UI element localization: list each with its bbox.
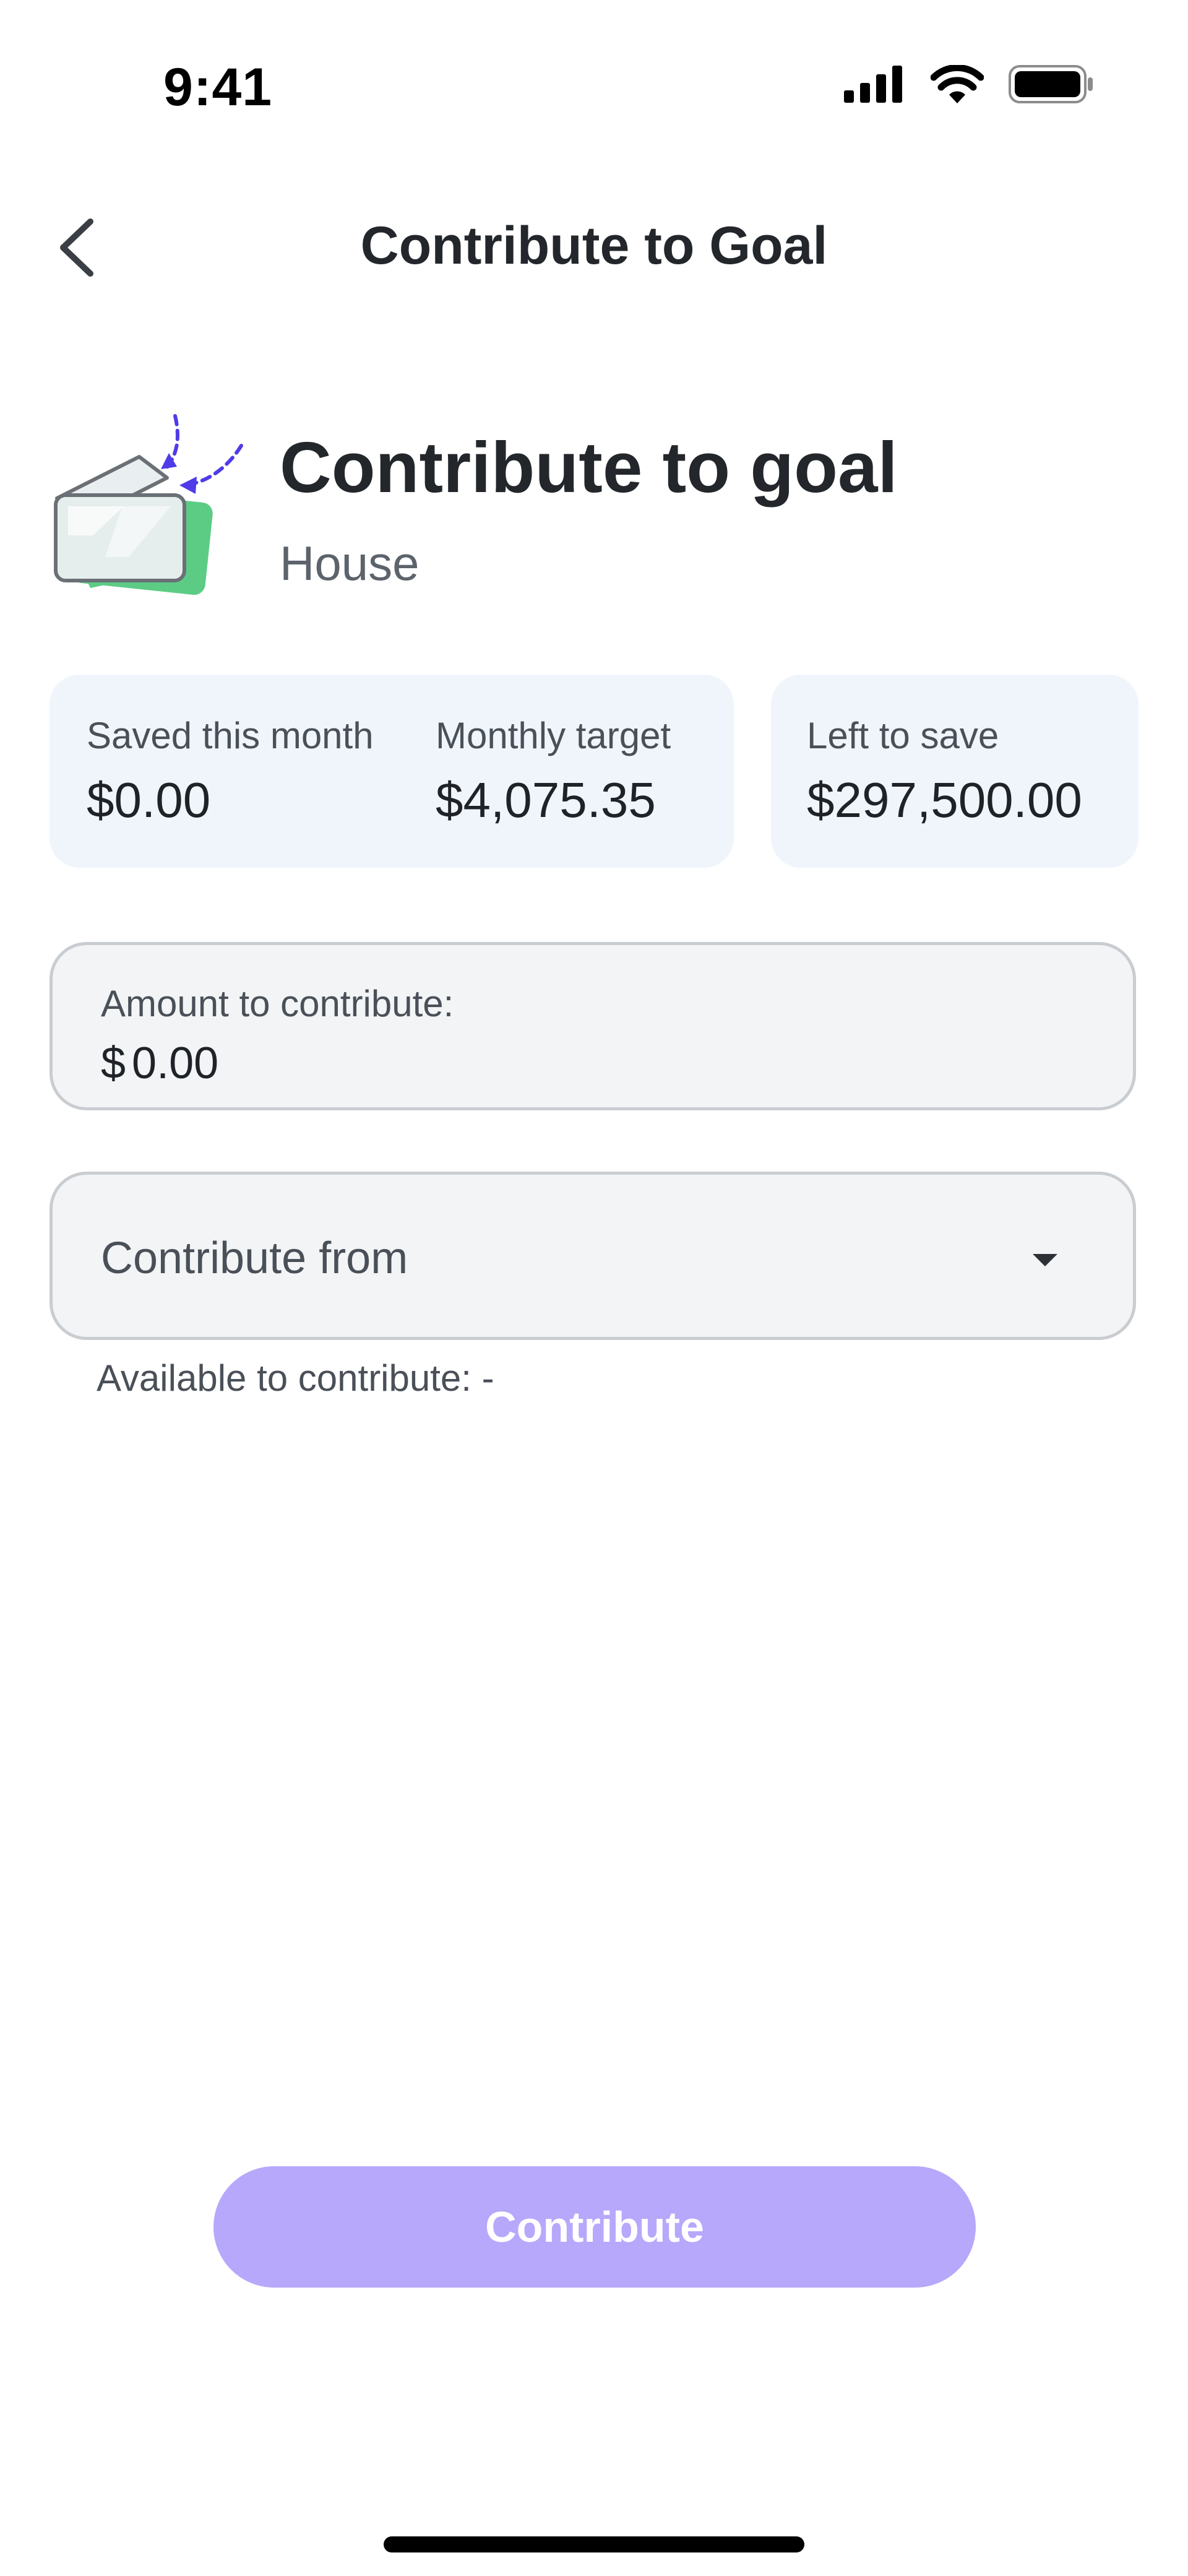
battery-icon [1009,65,1093,103]
nav-header: Contribute to Goal [0,198,1188,291]
status-bar: 9:41 [0,0,1188,149]
monthly-target-stat: Monthly target $4,075.35 [436,714,671,829]
monthly-target-label: Monthly target [436,715,671,756]
left-to-save-label: Left to save [807,715,999,756]
card-transfer-icon [54,414,243,595]
contribute-button[interactable]: Contribute [213,2166,976,2288]
goal-name: House [280,536,420,590]
available-to-contribute: Available to contribute: - [97,1357,494,1399]
amount-row: $ [101,1038,566,1089]
amount-input[interactable] [126,1038,566,1089]
monthly-stats-card: Saved this month $0.00 Monthly target $4… [50,675,734,868]
status-icons [844,65,1095,103]
wifi-icon [931,65,984,103]
status-time: 9:41 [163,58,273,117]
left-to-save-card: Left to save $297,500.00 [771,675,1138,868]
caret-down-icon [1033,1254,1057,1266]
saved-this-month-value: $0.00 [87,772,211,828]
left-to-save-value: $297,500.00 [807,772,1082,828]
page-title: Contribute to Goal [360,216,828,275]
home-indicator [384,2536,804,2552]
saved-this-month-label: Saved this month [87,715,374,756]
contribute-from-placeholder: Contribute from [101,1234,408,1283]
goal-header: Contribute to goal House [50,402,1138,607]
monthly-target-value: $4,075.35 [436,772,656,828]
hero-title: Contribute to goal [280,427,898,508]
contribute-from-select[interactable]: Contribute from [50,1172,1136,1340]
currency-symbol: $ [101,1039,126,1088]
amount-field[interactable]: Amount to contribute: $ [50,942,1136,1110]
saved-this-month-stat: Saved this month $0.00 [87,714,374,829]
amount-label: Amount to contribute: [101,983,454,1024]
left-to-save-stat: Left to save $297,500.00 [807,714,1082,829]
cellular-signal-icon [844,66,902,103]
